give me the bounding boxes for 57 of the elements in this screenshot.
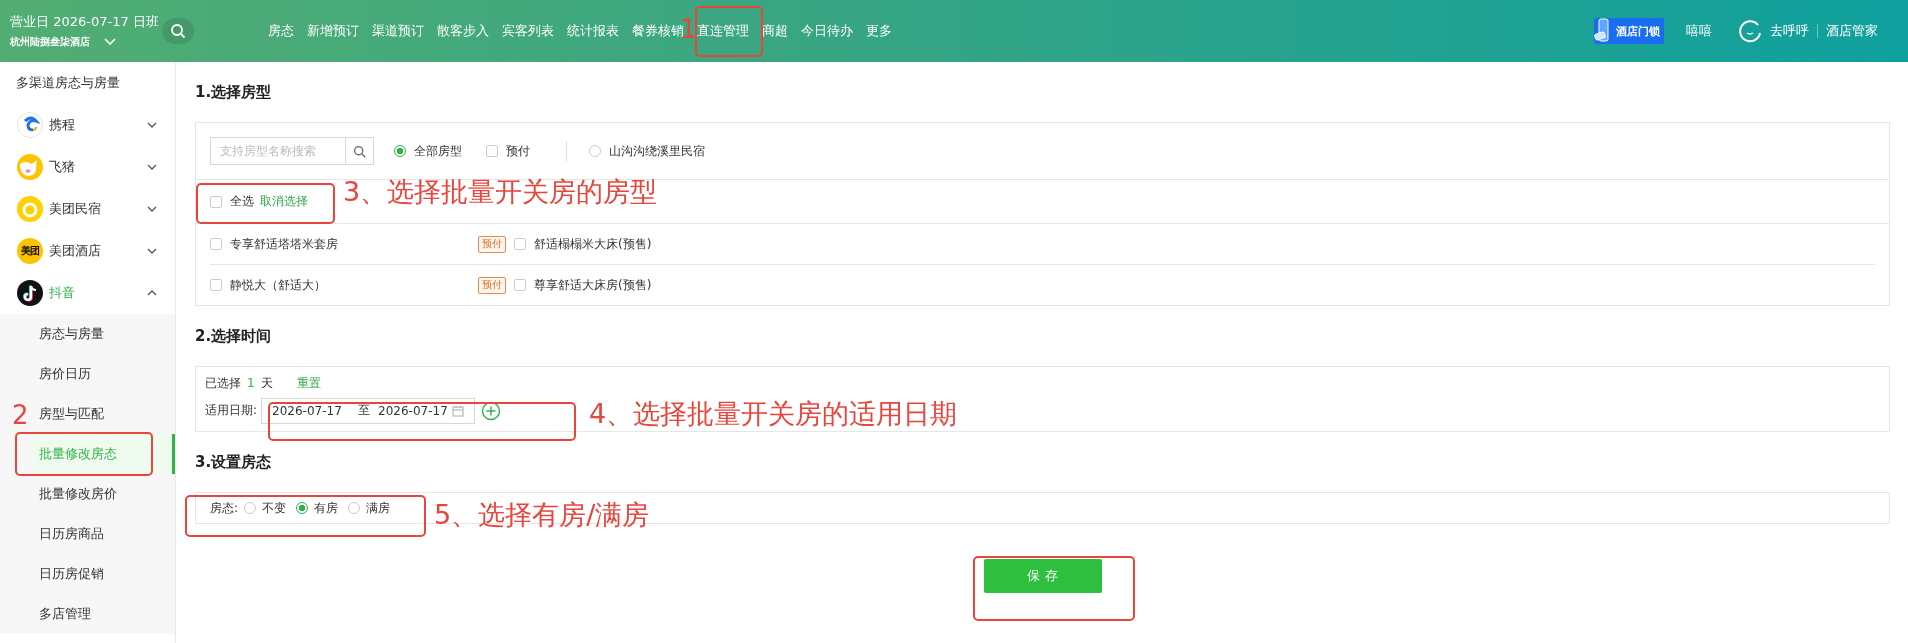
chevron-down-icon[interactable]	[104, 38, 116, 46]
room-checkbox[interactable]: 静悦大（舒适大）	[210, 276, 464, 294]
section-title: 3.设置房态	[195, 452, 273, 473]
annotation-note: 3、选择批量开关房的房型	[343, 176, 658, 209]
channel-item[interactable]: 携程	[0, 104, 175, 146]
sidebar-item[interactable]: 批量修改房价	[33, 474, 175, 514]
sidebar-item[interactable]: 多店管理	[33, 594, 175, 634]
prepay-tag: 预付	[478, 235, 506, 253]
radio-option[interactable]: 全部房型	[394, 142, 462, 160]
room-checkbox[interactable]: 舒适榻榻米大床(预售)	[514, 235, 804, 253]
channel-item[interactable]: 飞猪	[0, 146, 175, 188]
swirl-logo-icon	[17, 112, 43, 138]
highlight-frame	[695, 6, 763, 57]
search-button[interactable]	[346, 137, 374, 165]
date-label: 适用日期:	[205, 402, 258, 419]
selected-label: 已选择	[205, 374, 241, 392]
channel-item[interactable]: 美团 美团酒店	[0, 230, 175, 272]
smile-ring-icon	[1738, 19, 1762, 43]
door-lock-badge[interactable]: 酒店门锁	[1594, 18, 1664, 44]
checkbox-option[interactable]: 预付	[486, 142, 530, 160]
day-count: 1	[247, 376, 255, 390]
search-icon	[353, 144, 366, 158]
prepay-tag: 预付	[478, 276, 506, 294]
sidebar-title: 多渠道房态与房量	[15, 74, 121, 92]
status-label: 房态:	[210, 499, 239, 517]
room-checkbox[interactable]: 尊享舒适大床房(预售)	[514, 276, 804, 294]
search-button[interactable]	[162, 18, 194, 44]
radio-option[interactable]: 不变	[244, 499, 287, 517]
section-title: 1.选择房型	[195, 82, 273, 103]
radio-option[interactable]: 山沟沟绕溪里民宿	[589, 142, 705, 160]
day-unit: 天	[260, 374, 273, 392]
annotation-note: 5、选择有房/满房	[434, 499, 650, 532]
sidebar-item[interactable]: 房型与匹配	[33, 394, 175, 434]
radio-option[interactable]: 满房	[348, 499, 391, 517]
search-icon	[170, 23, 186, 39]
room-checkbox[interactable]: 专享舒适塔塔米套房	[210, 235, 464, 253]
ring-logo-icon	[17, 196, 43, 222]
annotation-note: 4、选择批量开关房的适用日期	[589, 398, 958, 431]
brand-name: 去呼呼	[1770, 22, 1809, 40]
radio-option[interactable]: 有房	[296, 499, 339, 517]
channel-logo: 美团	[17, 238, 43, 264]
channel-item[interactable]: 美团民宿	[0, 188, 175, 230]
step-number: 2	[12, 402, 29, 428]
calendar-icon	[452, 404, 465, 417]
brand-product: 酒店管家	[1826, 22, 1878, 40]
music-note-icon	[17, 280, 43, 306]
sidebar-item[interactable]: 日历房促销	[33, 554, 175, 594]
sidebar-item[interactable]: 日历房商品	[33, 514, 175, 554]
sidebar-item[interactable]: 房态与房量	[33, 314, 175, 354]
section-title: 2.选择时间	[195, 326, 273, 347]
search-field[interactable]: 支持房型名称搜索	[210, 137, 346, 165]
pig-logo-icon	[17, 154, 43, 180]
hotel-name: 杭州陆捌叁柒酒店	[10, 35, 90, 49]
checkbox-option[interactable]: 全选	[210, 193, 254, 210]
date-range-field[interactable]: 2026-07-17 至 2026-07-17	[261, 397, 476, 424]
business-day: 营业日 2026-07-17 日班	[10, 13, 160, 31]
sidebar-item[interactable]: 房价日历	[33, 354, 175, 394]
